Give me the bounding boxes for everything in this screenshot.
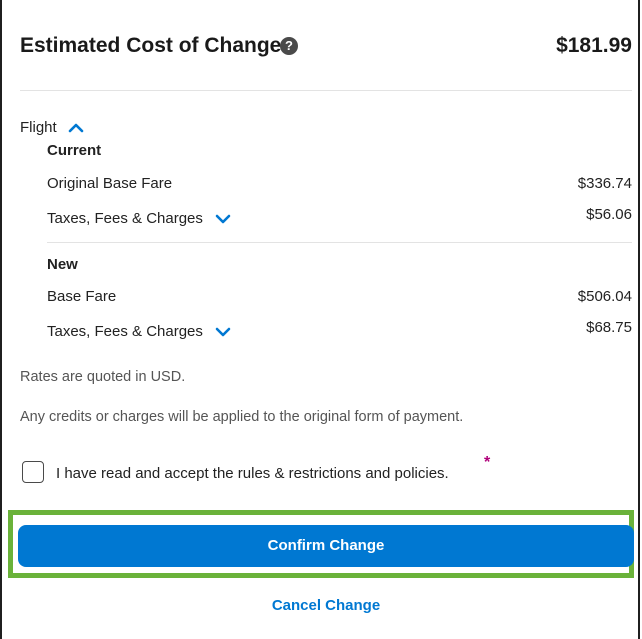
current-base-fare-label: Original Base Fare <box>47 175 173 192</box>
total-cost: $181.99 <box>556 34 632 57</box>
current-new-divider <box>47 242 632 243</box>
new-base-fare-value: $506.04 <box>577 288 632 305</box>
new-taxes-label: Taxes, Fees & Charges <box>47 323 203 340</box>
header-divider <box>20 90 632 91</box>
cost-header: Estimated Cost of Change ? $181.99 <box>20 34 632 62</box>
payment-note: Any credits or charges will be applied t… <box>20 409 464 425</box>
chevron-down-icon <box>215 327 231 337</box>
chevron-down-icon <box>215 214 231 224</box>
accept-rules-label[interactable]: I have read and accept the rules & restr… <box>56 465 449 482</box>
flight-label: Flight <box>20 119 57 136</box>
flight-toggle[interactable]: Flight <box>20 119 100 139</box>
currency-note: Rates are quoted in USD. <box>20 369 186 385</box>
left-border <box>0 0 2 639</box>
current-heading: Current <box>47 142 102 159</box>
confirm-change-button[interactable]: Confirm Change <box>18 525 634 567</box>
new-heading: New <box>47 256 78 273</box>
required-indicator: * <box>484 454 491 471</box>
current-taxes-toggle[interactable]: Taxes, Fees & Charges <box>47 210 247 230</box>
new-base-fare-label: Base Fare <box>47 288 117 305</box>
help-icon[interactable]: ? <box>280 37 298 55</box>
new-taxes-toggle[interactable]: Taxes, Fees & Charges <box>47 323 247 343</box>
right-border <box>638 0 640 639</box>
current-taxes-value: $56.06 <box>586 206 632 223</box>
new-taxes-value: $68.75 <box>586 319 632 336</box>
chevron-up-icon <box>68 123 84 133</box>
accept-rules-checkbox[interactable] <box>22 461 44 483</box>
cancel-change-link[interactable]: Cancel Change <box>0 597 642 614</box>
current-base-fare-value: $336.74 <box>577 175 632 192</box>
cost-title: Estimated Cost of Change <box>20 34 282 57</box>
current-taxes-label: Taxes, Fees & Charges <box>47 210 203 227</box>
